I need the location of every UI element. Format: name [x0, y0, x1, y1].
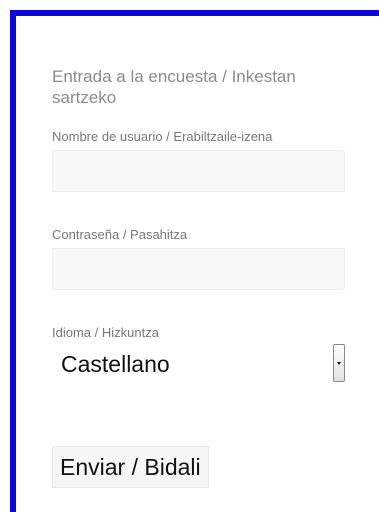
submit-button[interactable]: Enviar / Bidali [52, 446, 209, 488]
language-label: Idioma / Hizkuntza [52, 325, 159, 340]
language-select[interactable]: Castellano [52, 344, 345, 386]
login-frame: Entrada a la encuesta / Inkestan sartzek… [10, 10, 379, 512]
chevron-down-icon [337, 362, 341, 365]
language-select-arrow[interactable] [333, 344, 345, 382]
password-label: Contraseña / Pasahitza [52, 227, 188, 242]
username-input[interactable] [52, 150, 345, 192]
language-select-value: Castellano [61, 351, 170, 377]
form-title: Entrada a la encuesta / Inkestan sartzek… [52, 67, 296, 107]
password-input[interactable] [52, 248, 345, 290]
username-label: Nombre de usuario / Erabiltzaile-izena [52, 129, 273, 144]
